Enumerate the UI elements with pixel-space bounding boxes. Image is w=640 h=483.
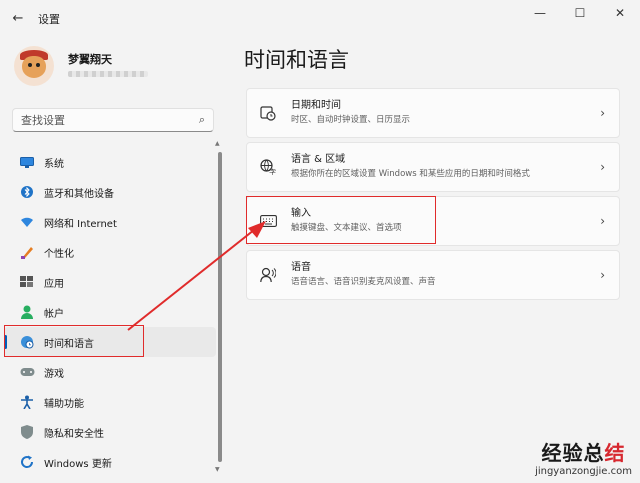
card-description: 语音语言、语音识别麦克风设置、声音 xyxy=(291,277,436,287)
sidebar-item-gaming[interactable]: 游戏 xyxy=(4,357,216,387)
watermark-cn: 经验总结 xyxy=(541,441,626,465)
shield-icon xyxy=(18,423,36,441)
annotation-box-sidebar xyxy=(4,325,144,357)
sidebar-item-bluetooth[interactable]: 蓝牙和其他设备 xyxy=(4,177,216,207)
minimize-button[interactable]: — xyxy=(520,0,560,26)
maximize-button[interactable]: ☐ xyxy=(560,0,600,26)
brush-icon xyxy=(18,243,36,261)
sidebar-item-label: 帐户 xyxy=(44,308,64,320)
search-input[interactable] xyxy=(21,113,199,127)
calendar-clock-icon xyxy=(257,102,279,124)
update-icon xyxy=(18,453,36,471)
sidebar-item-label: 游戏 xyxy=(44,368,64,380)
maximize-icon: ☐ xyxy=(574,6,586,20)
sidebar-item-accessibility[interactable]: 辅助功能 xyxy=(4,387,216,417)
close-icon: ✕ xyxy=(614,6,626,20)
sidebar-item-privacy[interactable]: 隐私和安全性 xyxy=(4,417,216,447)
card-language-region[interactable]: 字 语言 & 区域 根据你所在的区域设置 Windows 和某些应用的日期和时间… xyxy=(246,142,620,192)
watermark: 经验总结 jingyanzongjie.com xyxy=(535,437,632,477)
card-date-time[interactable]: 日期和时间 时区、自动时钟设置、日历显示 › xyxy=(246,88,620,138)
speech-icon xyxy=(257,264,279,286)
watermark-url: jingyanzongjie.com xyxy=(535,466,632,477)
title-bar: ← 设置 — ☐ ✕ xyxy=(0,0,640,36)
avatar xyxy=(14,46,54,86)
sidebar-item-label: 个性化 xyxy=(44,248,74,260)
sidebar-item-apps[interactable]: 应用 xyxy=(4,267,216,297)
sidebar-item-label: 隐私和安全性 xyxy=(44,428,104,440)
accessibility-icon xyxy=(18,393,36,411)
monitor-icon xyxy=(18,153,36,171)
search-box[interactable]: ⌕ xyxy=(12,108,214,132)
sidebar-item-personalization[interactable]: 个性化 xyxy=(4,237,216,267)
profile-name: 梦翼翔天 xyxy=(68,53,112,66)
close-button[interactable]: ✕ xyxy=(600,0,640,26)
minimize-icon: — xyxy=(534,6,546,20)
svg-text:字: 字 xyxy=(269,168,276,176)
chevron-right-icon: › xyxy=(600,268,605,282)
card-title: 语音 xyxy=(291,262,311,273)
sidebar-item-network[interactable]: 网络和 Internet xyxy=(4,207,216,237)
gamepad-icon xyxy=(18,363,36,381)
sidebar-item-system[interactable]: 系统 xyxy=(4,147,216,177)
card-speech[interactable]: 语音 语音语言、语音识别麦克风设置、声音 › xyxy=(246,250,620,300)
page-title: 时间和语言 xyxy=(244,48,349,72)
card-description: 根据你所在的区域设置 Windows 和某些应用的日期和时间格式 xyxy=(291,169,530,179)
chevron-right-icon: › xyxy=(600,106,605,120)
sidebar-item-accounts[interactable]: 帐户 xyxy=(4,297,216,327)
sidebar-item-label: 辅助功能 xyxy=(44,398,84,410)
scrollbar[interactable] xyxy=(218,152,222,462)
scroll-down-arrow-icon[interactable]: ▼ xyxy=(215,466,220,473)
sidebar-item-windows-update[interactable]: Windows 更新 xyxy=(4,447,216,477)
profile-email-redacted xyxy=(68,71,148,77)
wifi-icon xyxy=(18,213,36,231)
sidebar-item-label: 网络和 Internet xyxy=(44,218,117,230)
chevron-right-icon: › xyxy=(600,214,605,228)
apps-icon xyxy=(18,273,36,291)
chevron-right-icon: › xyxy=(600,160,605,174)
scroll-up-arrow-icon[interactable]: ▲ xyxy=(215,140,220,147)
annotation-box-typing-card xyxy=(246,196,436,244)
app-title: 设置 xyxy=(38,13,60,26)
sidebar-item-label: Windows 更新 xyxy=(44,458,112,470)
profile[interactable]: 梦翼翔天 xyxy=(14,46,112,86)
sidebar-nav: 系统 蓝牙和其他设备 网络和 Internet 个性化 应用 帐户 时间和语言 xyxy=(4,147,216,477)
bluetooth-icon xyxy=(18,183,36,201)
sidebar-item-label: 系统 xyxy=(44,158,64,170)
sidebar-item-label: 应用 xyxy=(44,278,64,290)
card-title: 日期和时间 xyxy=(291,100,341,111)
card-description: 时区、自动时钟设置、日历显示 xyxy=(291,115,411,125)
card-title: 语言 & 区域 xyxy=(291,154,346,165)
back-button[interactable]: ← xyxy=(8,8,28,28)
back-arrow-icon: ← xyxy=(12,10,24,26)
account-icon xyxy=(18,303,36,321)
sidebar: 梦翼翔天 ⌕ 系统 蓝牙和其他设备 网络和 Internet 个性化 应用 帐户 xyxy=(0,36,226,483)
language-icon: 字 xyxy=(257,156,279,178)
window-controls: — ☐ ✕ xyxy=(520,0,640,26)
sidebar-item-label: 蓝牙和其他设备 xyxy=(44,188,114,200)
search-icon[interactable]: ⌕ xyxy=(199,113,205,127)
